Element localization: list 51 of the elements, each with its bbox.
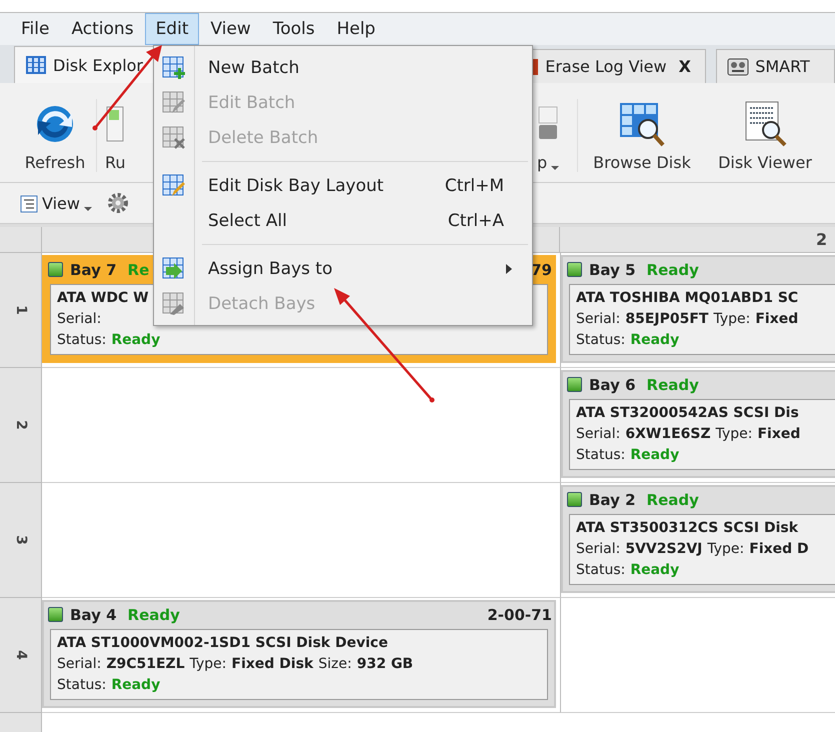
field-label: Status: bbox=[57, 331, 106, 350]
field-label: Size: bbox=[318, 655, 352, 674]
field-label: Type: bbox=[716, 425, 752, 444]
field-label: Serial: bbox=[576, 310, 620, 329]
field-value: Ready bbox=[111, 331, 160, 350]
row-header: 1 bbox=[0, 253, 42, 368]
bay-name: Bay 5 bbox=[589, 260, 636, 278]
field-value: Fixed bbox=[755, 310, 798, 329]
field-label: Status: bbox=[576, 561, 626, 580]
bay-id: 2-00-71 bbox=[487, 606, 552, 624]
disk-model: ATA ST3500312CS SCSI Disk bbox=[576, 519, 798, 538]
field-value: Z9C51EZL bbox=[106, 655, 185, 674]
field-label: Status: bbox=[57, 676, 106, 695]
disk-model: ATA TOSHIBA MQ01ABD1 SC bbox=[576, 289, 798, 308]
disk-model: ATA WDC W bbox=[57, 289, 149, 308]
field-value: 85EJP05FT bbox=[625, 310, 708, 329]
disk-model: ATA ST32000542AS SCSI Dis bbox=[576, 404, 799, 423]
field-value: Ready bbox=[630, 446, 680, 465]
field-value: Ready bbox=[630, 331, 680, 350]
bay-name: Bay 6 bbox=[589, 376, 636, 394]
field-label: Serial: bbox=[57, 655, 102, 674]
field-value: Ready bbox=[630, 561, 680, 580]
bay-status: Ready bbox=[646, 490, 699, 508]
bay-name: Bay 7 bbox=[70, 260, 117, 278]
field-value: Fixed Disk bbox=[232, 655, 314, 674]
bay-status: Re bbox=[128, 260, 150, 278]
field-value: Fixed bbox=[757, 425, 800, 444]
disk-model: ATA ST1000VM002-1SD1 SCSI Disk Device bbox=[57, 634, 388, 653]
bay-status: Ready bbox=[646, 376, 699, 394]
field-label: Status: bbox=[576, 331, 626, 350]
field-value: Fixed D bbox=[749, 540, 809, 559]
bay-name: Bay 4 bbox=[70, 606, 117, 624]
column-header: 2 bbox=[560, 227, 835, 253]
field-label: Status: bbox=[576, 446, 626, 465]
field-label: Serial: bbox=[576, 425, 620, 444]
bay-status: Ready bbox=[128, 606, 180, 624]
bay-id: 79 bbox=[531, 260, 552, 278]
row-header: 3 bbox=[0, 483, 42, 598]
field-value: 6XW1E6SZ bbox=[625, 425, 711, 444]
bay-name: Bay 2 bbox=[589, 490, 636, 508]
field-label: Type: bbox=[707, 540, 744, 559]
bay-status: Ready bbox=[646, 260, 699, 278]
field-label: Type: bbox=[713, 310, 750, 329]
field-value: Ready bbox=[111, 676, 160, 695]
field-value: 5VV2S2VJ bbox=[625, 540, 702, 559]
field-label: Type: bbox=[190, 655, 227, 674]
row-header: 2 bbox=[0, 368, 42, 483]
field-value: 932 GB bbox=[356, 655, 414, 674]
row-header: 4 bbox=[0, 598, 42, 713]
field-label: Serial: bbox=[576, 540, 620, 559]
field-label: Serial: bbox=[57, 310, 102, 329]
